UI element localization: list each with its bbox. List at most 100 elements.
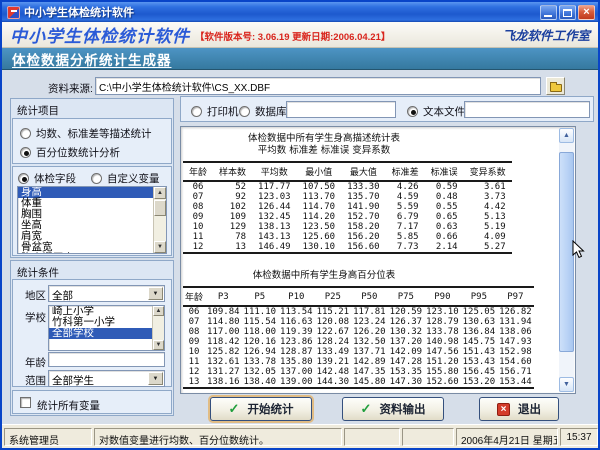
radio-database[interactable]: 数据库 <box>239 104 287 119</box>
source-path-input[interactable] <box>95 77 541 95</box>
radio-printer[interactable]: 打印机 <box>191 104 239 119</box>
report-cell: 130.32 <box>388 327 425 337</box>
titlebar[interactable]: 中小学生体检统计软件 × <box>2 2 598 22</box>
minimize-button[interactable] <box>540 5 557 20</box>
report-output-area[interactable]: 体检数据中所有学生身高描述统计表 平均数 标准差 标准误 变异系数 年龄样本数平… <box>180 126 576 394</box>
browse-button[interactable] <box>546 77 565 95</box>
textfile-label: 文本文件 <box>423 104 465 119</box>
report-row: 08102126.44114.70141.905.590.554.42 <box>183 202 512 212</box>
report-cell: 126.37 <box>388 317 425 327</box>
radio-textfile[interactable]: 文本文件 <box>407 104 465 119</box>
field-list[interactable]: ▲ ▼ 身高体重胸围坐高肩宽骨盆宽肱皮褶厚度 <box>17 186 167 254</box>
radio-exam-fields-label: 体检字段 <box>34 171 76 186</box>
all-vars-box: 统计所有变量 <box>12 390 172 414</box>
radio-descriptive-label: 均数、标准差等描述统计 <box>36 126 152 141</box>
report-cell: 12 <box>183 242 213 253</box>
report-cell: 147.35 <box>351 367 388 377</box>
report-cell: 125.82 <box>205 347 242 357</box>
radio-circle-icon <box>91 173 102 184</box>
report-cell: 4.09 <box>464 232 512 242</box>
start-button[interactable]: ✓ 开始统计 <box>210 397 312 421</box>
report-cell: 117.00 <box>205 327 242 337</box>
textfile-input[interactable] <box>464 101 590 118</box>
field-list-scrollbar[interactable]: ▲ ▼ <box>153 187 166 253</box>
report-cell: 135.70 <box>341 192 386 202</box>
report-cell: 0.48 <box>425 192 464 202</box>
all-vars-checkbox[interactable] <box>20 397 31 408</box>
exit-x-icon: × <box>497 403 510 416</box>
report-cell: 130.10 <box>297 242 342 253</box>
radio-custom-vars[interactable]: 自定义变量 <box>91 171 160 186</box>
report-cell: 147.56 <box>424 347 461 357</box>
output-button[interactable]: ✓ 资料输出 <box>342 397 444 421</box>
exit-button[interactable]: × 退出 <box>479 397 559 421</box>
range-combobox[interactable]: 全部学生 ▼ <box>48 370 165 387</box>
report-cell: 120.08 <box>315 317 352 327</box>
report-cell: 128.87 <box>278 347 315 357</box>
report-cell: 132.50 <box>351 337 388 347</box>
report-scrollbar[interactable]: ▲ ▼ <box>559 128 574 392</box>
chevron-down-icon[interactable]: ▼ <box>148 372 163 385</box>
school-list-scrollbar[interactable]: ▲ ▼ <box>152 306 164 350</box>
report-cell: 09 <box>183 212 213 222</box>
list-item[interactable]: 肱皮褶厚度 <box>18 253 166 254</box>
report-cell: 109 <box>213 212 252 222</box>
report-cell: 126.94 <box>242 347 279 357</box>
scrollbar-thumb[interactable] <box>154 200 166 216</box>
report-row: 09118.42120.16123.86128.24132.50137.2014… <box>183 337 534 347</box>
scroll-up-icon[interactable]: ▲ <box>154 187 166 199</box>
report-cell: 158.20 <box>341 222 386 232</box>
report-cell: 08 <box>183 202 213 212</box>
database-input[interactable] <box>286 101 396 118</box>
open-folder-icon <box>550 84 562 92</box>
report-col-header: P5 <box>242 287 279 306</box>
report-row: 08117.00118.00119.39122.67126.20130.3213… <box>183 327 534 337</box>
report-cell: 153.44 <box>497 377 534 388</box>
report-cell: 122.67 <box>315 327 352 337</box>
close-button[interactable]: × <box>578 5 595 20</box>
report-row: 11132.61133.78135.80139.21142.89147.2815… <box>183 357 534 367</box>
scroll-down-icon[interactable]: ▼ <box>559 377 574 392</box>
report-cell: 125.05 <box>461 306 498 317</box>
report-cell: 145.80 <box>351 377 388 388</box>
status-date: 2006年4月21日 星期五 <box>456 428 558 446</box>
report-cell: 113.54 <box>278 306 315 317</box>
scroll-down-icon[interactable]: ▼ <box>153 340 164 350</box>
report-cell: 6.79 <box>386 212 425 222</box>
report-cell: 118.00 <box>242 327 279 337</box>
report-cell: 139.00 <box>278 377 315 388</box>
report-cell: 133.78 <box>242 357 279 367</box>
report-cell: 2.14 <box>425 242 464 253</box>
report-row: 13138.16138.40139.00144.30145.80147.3015… <box>183 377 534 388</box>
report-row: 1213146.49130.10156.607.732.145.27 <box>183 242 512 253</box>
report-cell: 132.61 <box>205 357 242 367</box>
app-title: 中小学生体检统计软件 <box>10 22 190 47</box>
maximize-button[interactable] <box>559 5 576 20</box>
report-cell: 4.42 <box>464 202 512 212</box>
radio-descriptive[interactable]: 均数、标准差等描述统计 <box>20 126 152 141</box>
scroll-up-icon[interactable]: ▲ <box>559 128 574 143</box>
table1-subtitle: 平均数 标准差 标准误 变异系数 <box>183 145 465 157</box>
report-cell: 153.43 <box>461 357 498 367</box>
chevron-down-icon[interactable]: ▼ <box>148 287 163 300</box>
age-input[interactable] <box>48 352 165 367</box>
school-list[interactable]: ▲ ▼ 崎上小学竹科第一小学全部学校 <box>48 305 165 351</box>
report-cell: 154.60 <box>497 357 534 367</box>
report-cell: 136.84 <box>461 327 498 337</box>
radio-circle-icon <box>18 173 29 184</box>
radio-circle-icon <box>239 106 250 117</box>
radio-percentile[interactable]: 百分位数统计分析 <box>20 145 120 160</box>
printer-label: 打印机 <box>207 104 239 119</box>
scroll-down-icon[interactable]: ▼ <box>154 241 166 253</box>
region-combobox[interactable]: 全部 ▼ <box>48 285 165 302</box>
radio-exam-fields[interactable]: 体检字段 <box>18 171 76 186</box>
scroll-up-icon[interactable]: ▲ <box>153 306 164 316</box>
list-item[interactable]: 全部学校 <box>49 328 164 339</box>
report-cell: 123.03 <box>252 192 297 202</box>
report-table: 年龄P3P5P10P25P50P75P90P95P9706109.84111.1… <box>183 286 534 389</box>
report-cell: 128.24 <box>315 337 352 347</box>
report-cell: 115.21 <box>315 306 352 317</box>
report-cell: 5.13 <box>464 212 512 222</box>
report-content: 体检数据中所有学生身高描述统计表 平均数 标准差 标准误 变异系数 年龄样本数平… <box>183 133 557 389</box>
report-col-header: 最小值 <box>297 162 342 181</box>
